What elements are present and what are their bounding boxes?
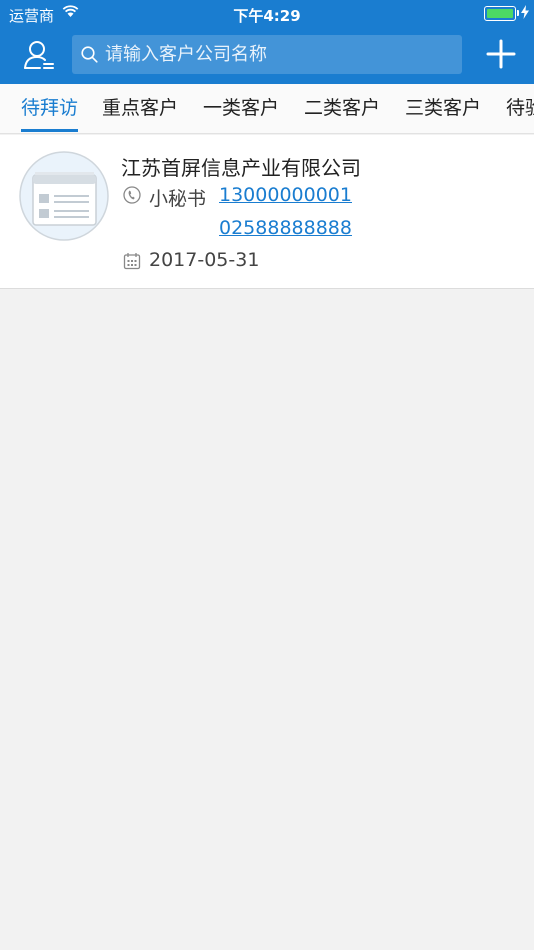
tab-class-one-customers[interactable]: 一类客户 (203, 84, 279, 133)
user-menu-icon[interactable] (22, 38, 56, 72)
tab-key-customers[interactable]: 重点客户 (102, 84, 178, 133)
search-input[interactable] (105, 35, 455, 74)
search-icon (81, 46, 98, 63)
status-bar: 运营商 下午4:29 (0, 0, 534, 28)
tab-class-three-customers[interactable]: 三类客户 (405, 84, 481, 133)
visit-date: 2017-05-31 (149, 249, 260, 271)
battery-icon (484, 6, 516, 21)
search-box[interactable] (72, 35, 462, 74)
tab-pending-verification[interactable]: 待验 (506, 84, 534, 133)
phone-icon (123, 186, 141, 204)
phone-link-mobile[interactable]: 13000000001 (219, 184, 352, 206)
company-name: 江苏首屏信息产业有限公司 (121, 156, 361, 180)
top-bar: 运营商 下午4:29 (0, 0, 534, 84)
category-tabs: 待拜访 重点客户 一类客户 二类客户 三类客户 待验 (0, 84, 534, 134)
contact-name: 小秘书 (149, 188, 207, 210)
company-card-icon (19, 151, 109, 241)
charging-bolt-icon (521, 5, 529, 19)
status-time: 下午4:29 (233, 7, 301, 25)
list-item[interactable]: 江苏首屏信息产业有限公司 小秘书 13000000001 02588888888… (0, 135, 534, 289)
navigation-bar (0, 28, 534, 84)
phone-link-landline[interactable]: 02588888888 (219, 217, 352, 239)
plus-icon[interactable] (486, 39, 516, 69)
tab-to-visit[interactable]: 待拜访 (21, 84, 79, 133)
tab-class-two-customers[interactable]: 二类客户 (304, 84, 380, 133)
calendar-icon (123, 253, 141, 270)
